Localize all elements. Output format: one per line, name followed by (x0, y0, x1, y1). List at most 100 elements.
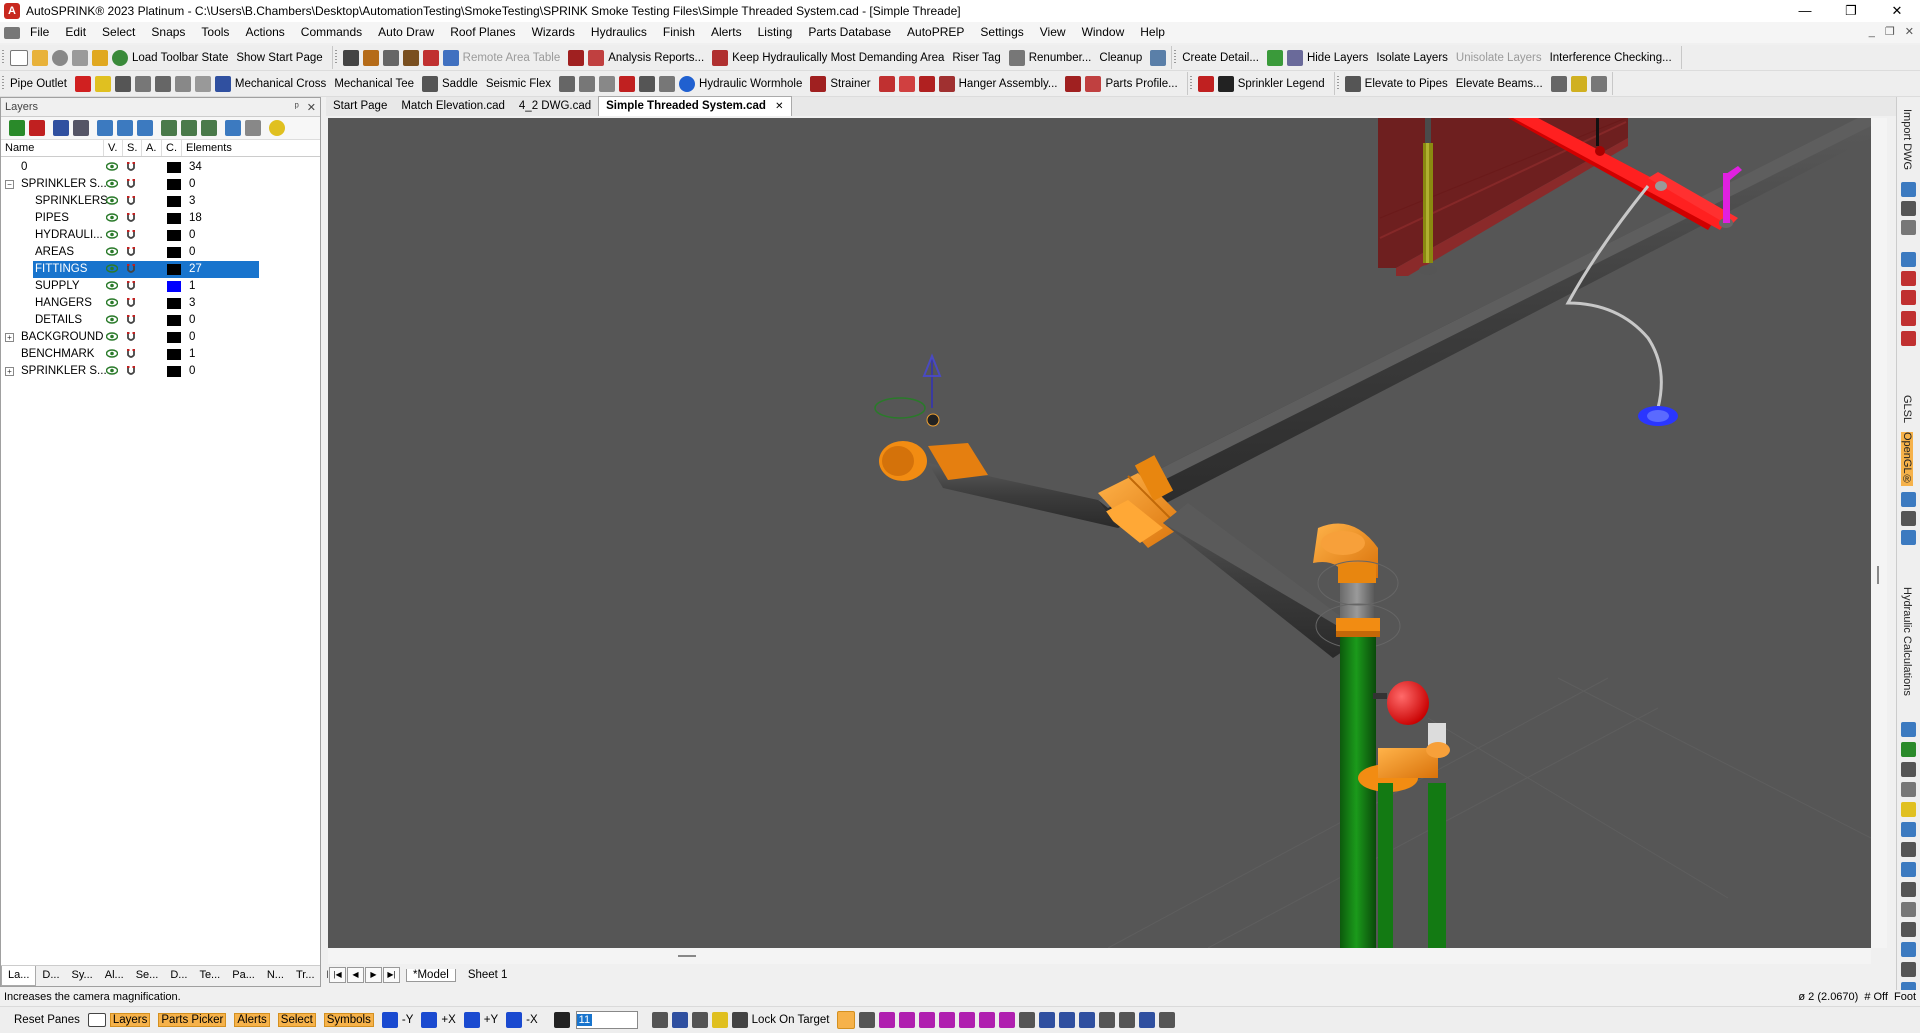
layer-sort-icon[interactable] (137, 120, 153, 136)
menu-autoprep[interactable]: AutoPREP (899, 22, 972, 43)
nav-left-icon[interactable] (879, 1012, 896, 1028)
tab-start-page[interactable]: Start Page (326, 97, 394, 116)
eye-icon[interactable] (106, 366, 118, 375)
tab-close-icon[interactable]: ✕ (775, 101, 783, 112)
layer-expander-icon[interactable]: + (5, 333, 14, 342)
view-side-icon[interactable] (1079, 1012, 1096, 1028)
view-front-icon[interactable] (1059, 1012, 1076, 1028)
tag-icon[interactable] (1197, 75, 1214, 92)
tab-d1[interactable]: D... (36, 966, 65, 986)
layer-row[interactable]: 0 34 (1, 159, 319, 176)
layers-toggle-button[interactable]: Layers (109, 1013, 151, 1027)
cross-fitting-icon[interactable] (154, 75, 171, 92)
load-toolbar-state-button[interactable]: Load Toolbar State (132, 52, 228, 64)
snap-magnet-icon[interactable] (125, 314, 137, 326)
gauge-icon[interactable] (639, 75, 656, 92)
layer-color-swatch[interactable] (167, 366, 181, 377)
tab-simple-threaded-system[interactable]: Simple Threaded System.cad ✕ (598, 96, 792, 116)
reset-panes-button[interactable]: Reset Panes (14, 1014, 80, 1026)
mdi-minimize-button[interactable]: _ (1869, 22, 1875, 43)
sidebar-tool-23-icon[interactable] (1901, 942, 1916, 957)
sidebar-tool-7-icon[interactable] (1901, 311, 1916, 326)
sidebar-tool-8-icon[interactable] (1901, 331, 1916, 346)
parts-profile-button[interactable]: Parts Profile... (1105, 78, 1177, 90)
detail-icon[interactable] (1266, 49, 1283, 66)
pin-icon[interactable]: ᵖ (295, 101, 299, 114)
glsl-tab[interactable]: GLSL (1901, 395, 1913, 423)
pipe-tool-icon[interactable] (342, 49, 359, 66)
sidebar-tool-9-icon[interactable] (1901, 492, 1916, 507)
minimize-button[interactable]: — (1782, 0, 1828, 22)
lock-icon[interactable] (92, 49, 108, 66)
layer-move-down-icon[interactable] (117, 120, 133, 136)
layer-color-swatch[interactable] (167, 179, 181, 190)
menu-help[interactable]: Help (1132, 22, 1173, 43)
layer-color-swatch[interactable] (167, 196, 181, 207)
menu-tools[interactable]: Tools (193, 22, 237, 43)
sidebar-tool-6-icon[interactable] (1901, 290, 1916, 305)
hanger-assembly-icon[interactable] (938, 75, 955, 92)
sidebar-tool-17-icon[interactable] (1901, 822, 1916, 837)
pipe-outlet-button[interactable]: Pipe Outlet (10, 78, 67, 90)
menu-app-icon[interactable] (4, 26, 20, 39)
undo-icon[interactable] (245, 120, 261, 136)
alarm-valve-icon[interactable] (619, 75, 636, 92)
layer-expander-icon[interactable]: − (5, 180, 14, 189)
mechanical-cross-button[interactable]: Mechanical Cross (235, 78, 326, 90)
sidebar-tool-21-icon[interactable] (1901, 902, 1916, 917)
view-top-icon[interactable] (1099, 1012, 1116, 1028)
remote-area-table-button[interactable]: Remote Area Table (463, 52, 561, 64)
flow-switch-icon[interactable] (659, 75, 676, 92)
sprinkler-head-blue[interactable] (1638, 406, 1678, 426)
snap-magnet-icon[interactable] (125, 212, 137, 224)
tab-match-elevation[interactable]: Match Elevation.cad (394, 97, 512, 116)
star-icon[interactable] (1217, 75, 1234, 92)
show-start-page-button[interactable]: Show Start Page (236, 52, 322, 64)
col-color[interactable]: C. (162, 140, 182, 156)
sidebar-tool-19-icon[interactable] (1901, 862, 1916, 877)
camera-3-icon[interactable] (691, 1012, 708, 1028)
mechanical-cross-icon[interactable] (214, 75, 231, 92)
light-icon[interactable] (711, 1012, 728, 1028)
menu-file[interactable]: File (22, 22, 57, 43)
isolate-layers-button[interactable]: Isolate Layers (1376, 52, 1448, 64)
star-fitting-icon[interactable] (94, 75, 111, 92)
sidebar-tool-14-icon[interactable] (1901, 762, 1916, 777)
green-riser[interactable] (1340, 637, 1376, 948)
snap-magnet-icon[interactable] (125, 280, 137, 292)
hydraulic-wormhole-icon[interactable] (679, 75, 696, 92)
snap-magnet-icon[interactable] (125, 178, 137, 190)
menu-window[interactable]: Window (1074, 22, 1133, 43)
sidebar-tool-20-icon[interactable] (1901, 882, 1916, 897)
menu-snaps[interactable]: Snaps (143, 22, 193, 43)
layer-color-swatch[interactable] (167, 281, 181, 292)
demanding-area-icon[interactable] (712, 49, 729, 66)
symbols-toggle-button[interactable]: Symbols (323, 1013, 374, 1027)
nav-rotate-left-icon[interactable] (919, 1012, 936, 1028)
layer-color-swatch[interactable] (167, 213, 181, 224)
tab-4-2-dwg[interactable]: 4_2 DWG.cad (512, 97, 598, 116)
eye-icon[interactable] (106, 230, 118, 239)
sidebar-tool-10-icon[interactable] (1901, 511, 1916, 526)
layer-filter2-icon[interactable] (181, 120, 197, 136)
open-folder-icon[interactable] (32, 49, 48, 66)
view-persp-icon[interactable] (1139, 1012, 1156, 1028)
new-file-icon[interactable] (10, 49, 28, 66)
hanger-icon[interactable] (878, 75, 895, 92)
unisolate-layers-button[interactable]: Unisolate Layers (1456, 52, 1542, 64)
layer-move-up-icon[interactable] (97, 120, 113, 136)
elbow-fitting[interactable] (1313, 523, 1378, 584)
opengl-tab[interactable]: OpenGL® (1901, 432, 1913, 486)
layer-color-swatch[interactable] (167, 162, 181, 173)
tab-templates[interactable]: Te... (193, 966, 226, 986)
load-toolbar-state-icon[interactable] (112, 49, 128, 66)
eye-icon[interactable] (106, 162, 118, 171)
reducer-icon[interactable] (599, 75, 616, 92)
create-detail-button[interactable]: Create Detail... (1182, 52, 1259, 64)
sheet-tab-model[interactable]: *Model (406, 968, 456, 982)
hanger-tool-icon[interactable] (422, 49, 439, 66)
branch-tool-icon[interactable] (382, 49, 399, 66)
layer-row[interactable]: FITTINGS 27 (1, 261, 319, 278)
snap-magnet-icon[interactable] (125, 297, 137, 309)
layer-expander-icon[interactable]: + (5, 367, 14, 376)
